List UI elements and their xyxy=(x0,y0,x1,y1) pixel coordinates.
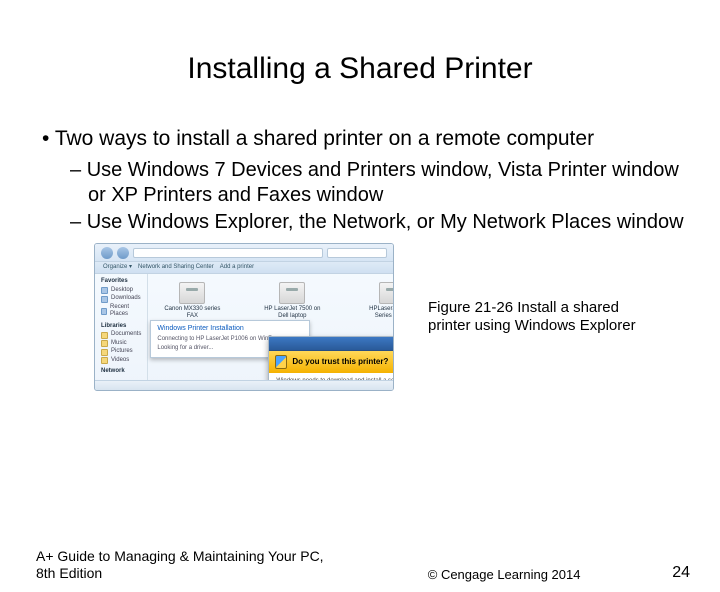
folder-icon xyxy=(101,340,108,347)
printer-icon xyxy=(179,282,205,304)
explorer-window: Organize ▾ Network and Sharing Center Ad… xyxy=(94,243,394,391)
folder-icon xyxy=(101,296,108,303)
lib-item: Documents xyxy=(111,331,141,339)
page-number: 24 xyxy=(672,564,690,582)
lib-header: Libraries xyxy=(101,323,141,331)
content-pane: Canon MX330 series FAX HP LaserJet 7500 … xyxy=(148,274,394,380)
footer: A+ Guide to Managing & Maintaining Your … xyxy=(0,548,720,582)
forward-icon xyxy=(117,247,129,259)
search-box xyxy=(327,248,387,258)
address-bar xyxy=(133,248,323,258)
figure-label: Figure 21-26 xyxy=(428,299,513,316)
status-bar xyxy=(95,380,393,390)
folder-icon xyxy=(101,287,108,294)
net-header: Network xyxy=(101,368,141,376)
footer-copyright: © Cengage Learning 2014 xyxy=(428,567,581,582)
device-label: HP LaserJet 7500 on Dell laptop xyxy=(262,306,322,319)
lib-item: Music xyxy=(111,340,127,348)
folder-icon xyxy=(101,308,107,315)
fav-header: Favorites xyxy=(101,278,141,286)
dialog-titlebar xyxy=(269,337,394,351)
lib-item: Pictures xyxy=(111,348,133,356)
printer-device: Canon MX330 series FAX xyxy=(162,282,222,319)
shield-icon xyxy=(275,355,287,369)
bullet-sub-2: Use Windows Explorer, the Network, or My… xyxy=(70,210,684,235)
toolbar-ncs: Network and Sharing Center xyxy=(138,264,214,272)
toolbar-addprinter: Add a printer xyxy=(220,264,254,272)
figure-caption: Figure 21-26 Install a shared printer us… xyxy=(428,299,660,337)
footer-book-title: A+ Guide to Managing & Maintaining Your … xyxy=(36,548,336,582)
slide: Installing a Shared Printer Two ways to … xyxy=(0,52,720,592)
bullet-top: Two ways to install a shared printer on … xyxy=(42,126,684,152)
slide-body: Two ways to install a shared printer on … xyxy=(0,126,720,391)
slide-title: Installing a Shared Printer xyxy=(0,52,720,86)
printer-icon xyxy=(379,282,394,304)
toolbar: Organize ▾ Network and Sharing Center Ad… xyxy=(95,262,393,274)
folder-icon xyxy=(101,332,108,339)
bullet-sub-1: Use Windows 7 Devices and Printers windo… xyxy=(70,158,684,208)
nav-pane: Favorites Desktop Downloads Recent Place… xyxy=(95,274,148,380)
figure-area: Organize ▾ Network and Sharing Center Ad… xyxy=(36,243,684,391)
printer-device: HPLaserJet 6300 Series PCL 5 xyxy=(362,282,394,319)
folder-icon xyxy=(101,357,108,364)
back-icon xyxy=(101,247,113,259)
toolbar-organize: Organize ▾ xyxy=(103,264,132,272)
device-label: Canon MX330 series FAX xyxy=(162,306,222,319)
dialog-question: Do you trust this printer? xyxy=(292,357,388,367)
printer-device: HP LaserJet 7500 on Dell laptop xyxy=(262,282,322,319)
fav-item: Desktop xyxy=(111,287,133,295)
fav-item: Downloads xyxy=(111,295,141,303)
fav-item: Recent Places xyxy=(110,304,141,319)
lib-item: Videos xyxy=(111,357,129,365)
folder-icon xyxy=(101,349,108,356)
printer-icon xyxy=(279,282,305,304)
device-label: HPLaserJet 6300 Series PCL 5 xyxy=(362,306,394,319)
window-chrome xyxy=(95,244,393,262)
dialog-title: Windows Printer Installation xyxy=(157,325,303,334)
